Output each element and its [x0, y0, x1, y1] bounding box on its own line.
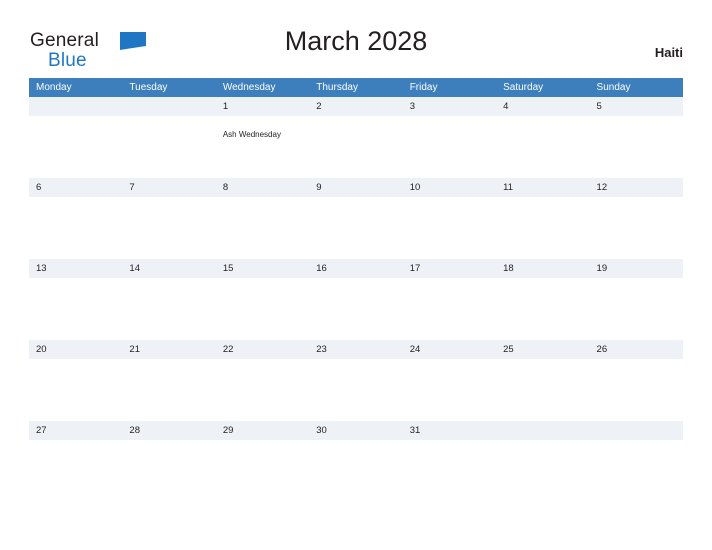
day-number: 11 [503, 182, 513, 193]
day-number: 9 [316, 182, 322, 193]
calendar-day-cell[interactable] [496, 421, 590, 502]
dow-tuesday: Tuesday [129, 82, 168, 93]
day-number: 26 [596, 344, 608, 355]
dow-thursday: Thursday [316, 82, 358, 93]
calendar-day-cell[interactable]: 11 [496, 178, 590, 259]
day-number: 29 [222, 425, 234, 436]
calendar-day-cell[interactable]: 24 [402, 340, 497, 421]
day-number: 24 [409, 344, 421, 355]
day-number: 7 [129, 182, 135, 193]
day-number: 8 [222, 182, 229, 193]
day-number: 17 [409, 263, 421, 274]
day-number: 23 [316, 344, 327, 355]
calendar-day-cell[interactable]: 17 [402, 259, 497, 340]
day-number: 5 [596, 101, 602, 112]
page-title: March 2028 [284, 26, 428, 56]
calendar-page: General Blue March 2028 Haiti Monday Tue… [0, 0, 712, 550]
calendar-day-cell[interactable]: 5 [589, 97, 683, 178]
day-number: 16 [316, 263, 327, 274]
day-number: 2 [316, 101, 322, 112]
page-header: General Blue March 2028 Haiti [0, 26, 712, 74]
day-number: 15 [222, 263, 234, 274]
calendar-day-cell[interactable]: 31 [402, 421, 497, 502]
day-number: 3 [409, 101, 415, 112]
dow-friday: Friday [409, 82, 438, 93]
calendar-week-row: 20 21 22 23 24 25 26 [29, 340, 683, 421]
day-number: 25 [503, 344, 514, 355]
day-event: Ash Wednesday [222, 130, 281, 139]
day-number: 19 [596, 263, 608, 274]
day-number: 14 [129, 263, 140, 274]
calendar-day-cell[interactable]: 9 [309, 178, 403, 259]
calendar-day-cell[interactable]: 13 [29, 259, 123, 340]
calendar-day-cell[interactable]: 3 [402, 97, 497, 178]
country-label: Haiti [654, 45, 683, 60]
calendar-day-cell[interactable]: 30 [309, 421, 403, 502]
dow-sunday: Sunday [596, 82, 631, 93]
calendar-day-cell[interactable]: 25 [496, 340, 590, 421]
calendar-day-cell[interactable]: 26 [589, 340, 683, 421]
day-number: 13 [36, 263, 47, 274]
calendar-day-cell[interactable]: 22 [215, 340, 310, 421]
day-number: 30 [316, 425, 327, 436]
day-number: 20 [36, 344, 47, 355]
calendar-day-cell[interactable]: 20 [29, 340, 123, 421]
dow-monday: Monday [36, 82, 72, 93]
calendar-day-cell[interactable]: 29 [215, 421, 310, 502]
dow-wednesday: Wednesday [222, 82, 276, 93]
day-number: 21 [129, 344, 140, 355]
calendar-week-row: 1 Ash Wednesday 2 3 4 5 [29, 97, 683, 178]
day-number: 4 [503, 101, 509, 112]
calendar-day-cell[interactable]: 2 [309, 97, 403, 178]
calendar-day-cell[interactable]: 8 [215, 178, 310, 259]
calendar-week-row: 6 7 8 9 10 11 12 [29, 178, 683, 259]
day-number: 22 [222, 344, 234, 355]
calendar-day-cell[interactable]: 7 [122, 178, 216, 259]
calendar-day-cell[interactable]: 1 Ash Wednesday [215, 97, 310, 178]
calendar-day-cell[interactable] [589, 421, 683, 502]
calendar-day-cell[interactable]: 10 [402, 178, 497, 259]
day-number: 1 [222, 101, 229, 112]
day-number: 27 [36, 425, 47, 436]
calendar-day-cell[interactable]: 16 [309, 259, 403, 340]
calendar-week-row: 27 28 29 30 31 [29, 421, 683, 502]
day-of-week-header: Monday Tuesday Wednesday Thursday Friday… [29, 78, 683, 97]
calendar-day-cell[interactable]: 27 [29, 421, 123, 502]
day-number: 6 [36, 182, 42, 193]
calendar-day-cell[interactable]: 12 [589, 178, 683, 259]
calendar-day-cell[interactable]: 18 [496, 259, 590, 340]
day-number: 31 [409, 425, 421, 436]
calendar-day-cell[interactable]: 21 [122, 340, 216, 421]
calendar-day-cell[interactable]: 23 [309, 340, 403, 421]
calendar-grid: Monday Tuesday Wednesday Thursday Friday… [29, 78, 683, 502]
calendar-day-cell[interactable]: 4 [496, 97, 590, 178]
dow-saturday: Saturday [503, 82, 544, 93]
calendar-week-row: 13 14 15 16 17 18 19 [29, 259, 683, 340]
day-number: 28 [129, 425, 140, 436]
calendar-day-cell[interactable]: 19 [589, 259, 683, 340]
day-number: 12 [596, 182, 608, 193]
calendar-day-cell[interactable]: 15 [215, 259, 310, 340]
calendar-day-cell[interactable]: 14 [122, 259, 216, 340]
calendar-day-cell[interactable]: 6 [29, 178, 123, 259]
day-number: 18 [503, 263, 514, 274]
day-number: 10 [409, 182, 421, 193]
calendar-day-cell[interactable] [122, 97, 216, 178]
calendar-day-cell[interactable]: 28 [122, 421, 216, 502]
calendar-day-cell[interactable] [29, 97, 123, 178]
